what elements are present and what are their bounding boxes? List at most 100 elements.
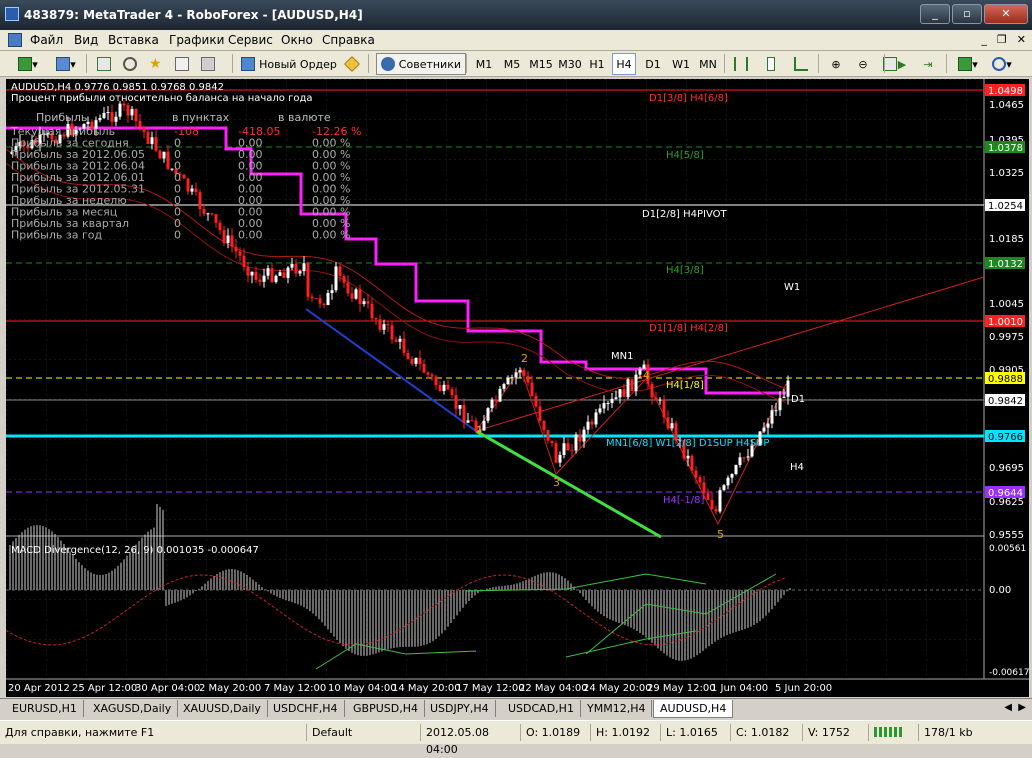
connection-status[interactable] (868, 724, 920, 741)
tab-audusd-h4[interactable]: AUDUSD,H4 (653, 700, 734, 718)
price-tick: 1.0325 (989, 168, 1024, 179)
price-axis: 1.0465 1.0395 1.0325 1.0185 1.0045 0.997… (985, 84, 1029, 678)
tab-xagusd-daily[interactable]: XAGUSD,Daily (87, 700, 179, 717)
status-profile[interactable]: Default (306, 724, 420, 741)
price-tag: 1.0010 (985, 315, 1025, 328)
zoom-in-button[interactable]: ⊕ (824, 53, 848, 75)
tf-mn-button[interactable]: MN (696, 53, 720, 75)
metaeditor-button[interactable] (340, 53, 364, 75)
metaeditor-icon (344, 56, 360, 72)
tf-m1-button[interactable]: M1 (472, 53, 496, 75)
minimize-button[interactable]: _ (920, 4, 950, 24)
experts-label: Советники (398, 57, 461, 71)
level-label: H4[3/8] (666, 265, 704, 276)
level-label: H4[1/8] (666, 380, 704, 391)
price-tag: 1.0498 (985, 84, 1025, 97)
zoom-out-icon: ⊖ (858, 57, 868, 71)
chart-doc-icon (8, 33, 22, 47)
title-bar: 483879: MetaTrader 4 - RoboForex - [AUDU… (0, 0, 1032, 30)
profiles-button[interactable]: ▾ (48, 53, 84, 75)
chart-canvas[interactable]: AUDUSD,H4 0.9776 0.9851 0.9768 0.9842 Пр… (5, 79, 1029, 697)
line-chart-button[interactable] (790, 53, 812, 75)
menu-view[interactable]: Вид (74, 33, 98, 47)
new-chart-icon (18, 57, 33, 71)
bar-chart-icon (734, 57, 748, 71)
bar-chart-button[interactable] (730, 53, 752, 75)
stats-header-currency: в валюте (278, 111, 331, 124)
tab-xauusd-daily[interactable]: XAUUSD,Daily (177, 700, 268, 717)
tf-d1-button[interactable]: D1 (641, 53, 665, 75)
status-bar: Для справки, нажмите F1 Default 2012.05.… (0, 720, 1032, 756)
price-tag: 1.0378 (985, 141, 1025, 154)
zoom-out-button[interactable]: ⊖ (851, 53, 875, 75)
chart-shift-button[interactable]: ⇥ (916, 53, 940, 75)
price-tick: 0.9695 (989, 463, 1024, 474)
menu-window[interactable]: Окно (281, 33, 313, 47)
price-tick: 1.0465 (989, 100, 1024, 111)
periods-button[interactable]: ▾ (986, 53, 1018, 75)
autoscroll-button[interactable]: ▶ (890, 53, 914, 75)
tf-m5-button[interactable]: M5 (500, 53, 524, 75)
tabs-scroll-right[interactable]: ▶ (1018, 702, 1026, 713)
wave-label: 2 (521, 352, 528, 365)
chart-window[interactable]: AUDUSD,H4 0.9776 0.9851 0.9768 0.9842 Пр… (5, 79, 1029, 697)
tf-w1-button[interactable]: W1 (669, 53, 693, 75)
tab-usdcad-h1[interactable]: USDCAD,H1 (502, 700, 581, 717)
tab-ymm12-h4[interactable]: YMM12,H4 (581, 700, 653, 717)
mdi-restore-button[interactable]: ❐ (997, 33, 1007, 46)
market-watch-button[interactable] (92, 53, 116, 75)
close-button[interactable]: ✕ (984, 4, 1028, 24)
menu-charts[interactable]: Графики (169, 33, 224, 47)
candles-button[interactable] (760, 53, 782, 75)
time-tick: 29 May 12:00 (647, 683, 716, 694)
tab-usdjpy-h4[interactable]: USDJPY,H4 (424, 700, 496, 717)
tabs-scroll-left[interactable]: ◀ (1004, 702, 1012, 713)
tf-m30-button[interactable]: M30 (556, 53, 584, 75)
menu-file[interactable]: Файл (30, 33, 63, 47)
terminal-button[interactable] (170, 53, 194, 75)
new-order-button[interactable]: Новый Ордер (240, 53, 338, 75)
status-low: L: 1.0165 (660, 724, 734, 741)
stats-row-percent: 0.00 % (312, 229, 350, 242)
price-tag-label: 1.0498 (988, 86, 1023, 97)
macd-tick: 0.00 (989, 585, 1011, 596)
restore-button[interactable]: ▫ (952, 4, 982, 24)
chart-header: AUDUSD,H4 0.9776 0.9851 0.9768 0.9842 (11, 82, 224, 93)
menu-help[interactable]: Справка (322, 33, 375, 47)
price-tag-label: 1.0010 (988, 317, 1023, 328)
time-tick: 5 Jun 20:00 (775, 683, 832, 694)
menu-insert[interactable]: Вставка (108, 33, 159, 47)
autoscroll-icon: ▶ (897, 57, 907, 71)
chart-tabs: EURUSD,H1 XAGUSD,Daily XAUUSD,Daily USDC… (0, 698, 1032, 719)
status-volume: V: 1752 (802, 724, 870, 741)
status-open: O: 1.0189 (520, 724, 596, 741)
price-tag: 0.9888 (985, 372, 1025, 385)
menu-tools[interactable]: Сервис (228, 33, 273, 47)
tester-button[interactable] (196, 53, 220, 75)
mdi-minimize-button[interactable]: _ (981, 33, 987, 46)
status-time: 2012.05.08 04:00 (420, 724, 522, 756)
tab-gbpusd-h4[interactable]: GBPUSD,H4 (347, 700, 425, 717)
price-tag: 1.0132 (985, 257, 1025, 270)
tf-m15-button[interactable]: M15 (527, 53, 555, 75)
connection-bars-icon (874, 727, 904, 737)
data-window-button[interactable] (118, 53, 142, 75)
indicators-button[interactable]: ▾ (952, 53, 984, 75)
price-tag: 0.9842 (985, 394, 1025, 407)
zoom-in-icon: ⊕ (831, 57, 841, 71)
experts-button[interactable]: Советники (376, 53, 466, 75)
tf-h4-button[interactable]: H4 (612, 53, 636, 75)
navigator-button[interactable]: ★ (144, 53, 168, 75)
time-tick: 22 May 04:00 (519, 683, 588, 694)
level-label: D1[3/8] H4[6/8] (649, 93, 728, 104)
toolbar: ▾ ▾ ★ Новый Ордер Советники M1 M5 M15 M3… (0, 51, 1032, 77)
mdi-close-button[interactable]: ✕ (1017, 33, 1026, 46)
chart-subheader: Процент прибыли относительно баланса на … (11, 93, 313, 104)
tab-usdchf-h4[interactable]: USDCHF,H4 (267, 700, 345, 717)
price-tag: 0.9766 (985, 430, 1025, 443)
new-chart-button[interactable]: ▾ (10, 53, 46, 75)
price-tag: 0.9644 (985, 486, 1025, 499)
price-tag-label: 0.9842 (988, 396, 1023, 407)
tf-h1-button[interactable]: H1 (585, 53, 609, 75)
tab-eurusd-h1[interactable]: EURUSD,H1 (6, 700, 84, 717)
